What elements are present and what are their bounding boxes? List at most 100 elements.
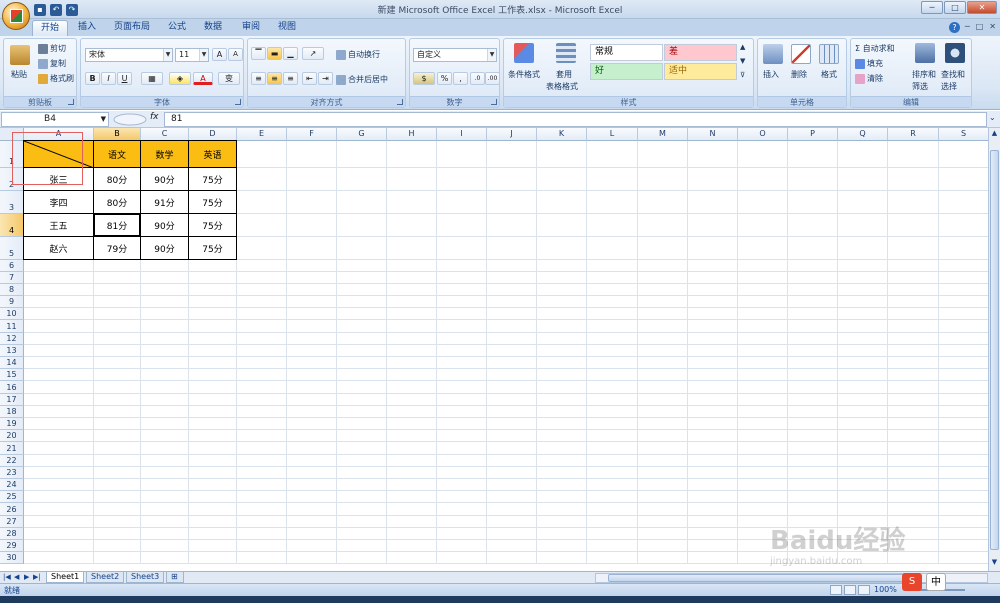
wb-close-icon[interactable]: ✕ xyxy=(989,22,996,31)
scroll-down-icon[interactable]: ▼ xyxy=(989,558,1000,568)
scroll-up-icon[interactable]: ▲ xyxy=(989,129,1000,139)
score-cell[interactable]: 80分 xyxy=(94,191,141,214)
grow-font-button[interactable]: A xyxy=(212,48,227,61)
row-header[interactable]: 14 xyxy=(0,357,24,369)
column-header[interactable]: I xyxy=(437,128,487,141)
row-header[interactable]: 30 xyxy=(0,552,24,564)
column-header[interactable]: F xyxy=(287,128,337,141)
tab-formulas[interactable]: 公式 xyxy=(160,20,194,36)
tab-insert[interactable]: 插入 xyxy=(70,20,104,36)
tab-data[interactable]: 数据 xyxy=(196,20,230,36)
decrease-indent-button[interactable]: ⇤ xyxy=(302,72,317,85)
delete-cells-button[interactable]: 删除 xyxy=(791,69,807,80)
increase-indent-button[interactable]: ⇥ xyxy=(318,72,333,85)
align-middle-button[interactable]: ▬ xyxy=(267,47,282,60)
name-cell[interactable]: 赵六 xyxy=(23,237,94,260)
column-header[interactable]: K xyxy=(537,128,587,141)
insert-cells-button[interactable]: 插入 xyxy=(763,69,779,80)
row-header[interactable]: 24 xyxy=(0,479,24,491)
row-header[interactable]: 3 xyxy=(0,191,24,214)
increase-decimal-button[interactable]: .0 xyxy=(470,72,485,85)
number-format-select[interactable]: 自定义 ▼ xyxy=(413,48,497,62)
insert-function-button[interactable]: fx xyxy=(150,112,159,122)
row-header[interactable]: 18 xyxy=(0,406,24,418)
minimize-button[interactable]: ─ xyxy=(921,1,943,14)
horizontal-scroll-thumb[interactable] xyxy=(608,574,908,582)
column-header[interactable]: Q xyxy=(838,128,888,141)
align-bottom-button[interactable]: ▁ xyxy=(283,47,298,60)
underline-button[interactable]: U xyxy=(117,72,132,85)
row-header[interactable]: 8 xyxy=(0,284,24,296)
close-button[interactable]: ✕ xyxy=(967,1,997,14)
worksheet-grid[interactable]: ABCDEFGHIJKLMNOPQRS 1 2 3 4 5 6 7 8 9 10 11 12 13 14 1… xyxy=(0,128,988,571)
font-name-select[interactable]: 宋体 ▼ xyxy=(85,48,173,62)
row-header[interactable]: 5 xyxy=(0,237,24,260)
table-header-cell[interactable]: 语文 xyxy=(94,140,141,168)
border-button[interactable]: ▦ xyxy=(141,72,163,85)
style-normal[interactable]: 常规 xyxy=(590,44,663,61)
copy-button[interactable]: 复制 xyxy=(38,58,66,69)
page-layout-view-icon[interactable] xyxy=(844,585,856,595)
font-size-select[interactable]: 11 ▼ xyxy=(175,48,209,62)
row-header[interactable]: 10 xyxy=(0,308,24,320)
zoom-level[interactable]: 100% xyxy=(874,585,897,594)
column-header[interactable]: G xyxy=(337,128,387,141)
row-header[interactable]: 21 xyxy=(0,442,24,455)
delete-cells-icon[interactable] xyxy=(791,44,811,64)
style-bad[interactable]: 差 xyxy=(664,44,737,61)
paste-button[interactable]: 粘贴 xyxy=(11,69,27,80)
decrease-decimal-button[interactable]: .00 xyxy=(485,72,500,85)
normal-view-icon[interactable] xyxy=(830,585,842,595)
row-header[interactable]: 25 xyxy=(0,491,24,503)
find-select-button-2[interactable]: 选择 xyxy=(941,81,957,92)
score-cell[interactable]: 90分 xyxy=(141,168,189,191)
clipboard-launcher-icon[interactable] xyxy=(68,99,74,105)
style-good[interactable]: 好 xyxy=(590,63,663,80)
row-header[interactable]: 4 xyxy=(0,214,24,237)
sort-filter-icon[interactable] xyxy=(915,43,935,63)
tab-review[interactable]: 审阅 xyxy=(234,20,268,36)
table-header-cell[interactable] xyxy=(23,140,94,168)
office-button[interactable] xyxy=(2,2,30,30)
clear-button[interactable]: 清除 xyxy=(855,73,883,84)
row-header[interactable]: 23 xyxy=(0,467,24,479)
row-header[interactable]: 27 xyxy=(0,516,24,528)
bold-button[interactable]: B xyxy=(85,72,100,85)
ime-chinese-button[interactable]: 中 xyxy=(926,573,946,591)
row-header[interactable]: 9 xyxy=(0,296,24,308)
tab-home[interactable]: 开始 xyxy=(32,20,69,36)
column-header[interactable]: J xyxy=(487,128,537,141)
conditional-format-button[interactable]: 条件格式 xyxy=(508,69,540,80)
styles-more-icon[interactable]: ⊽ xyxy=(740,71,745,79)
help-icon[interactable]: ? xyxy=(949,22,960,33)
sheet-tab-3[interactable]: Sheet3 xyxy=(126,572,165,583)
wrap-text-button[interactable]: 自动换行 xyxy=(336,49,380,60)
sheet-tab-1[interactable]: Sheet1 xyxy=(46,572,85,583)
sort-filter-button-2[interactable]: 筛选 xyxy=(912,81,928,92)
row-header[interactable]: 19 xyxy=(0,418,24,430)
merge-center-button[interactable]: 合并后居中 xyxy=(336,74,388,85)
maximize-button[interactable]: □ xyxy=(944,1,966,14)
next-sheet-icon[interactable]: ▶ xyxy=(24,573,29,581)
format-cells-icon[interactable] xyxy=(819,44,839,64)
align-top-button[interactable]: ▔ xyxy=(251,47,266,60)
page-break-view-icon[interactable] xyxy=(858,585,870,595)
align-left-button[interactable]: ≡ xyxy=(251,72,266,85)
find-select-button-1[interactable]: 查找和 xyxy=(941,69,965,80)
accounting-button[interactable]: $ xyxy=(413,72,435,85)
row-header[interactable]: 12 xyxy=(0,333,24,345)
row-header[interactable]: 7 xyxy=(0,272,24,284)
italic-button[interactable]: I xyxy=(101,72,116,85)
column-header[interactable]: E xyxy=(237,128,287,141)
insert-cells-icon[interactable] xyxy=(763,44,783,64)
row-header[interactable]: 29 xyxy=(0,540,24,552)
row-header[interactable]: 11 xyxy=(0,320,24,333)
row-header[interactable]: 2 xyxy=(0,168,24,191)
align-right-button[interactable]: ≡ xyxy=(283,72,298,85)
score-cell[interactable]: 75分 xyxy=(189,237,237,260)
comma-button[interactable]: , xyxy=(453,72,468,85)
score-cell[interactable]: 79分 xyxy=(94,237,141,260)
row-header[interactable]: 22 xyxy=(0,455,24,467)
row-header[interactable]: 20 xyxy=(0,430,24,442)
score-cell[interactable]: 81分 xyxy=(94,214,141,237)
